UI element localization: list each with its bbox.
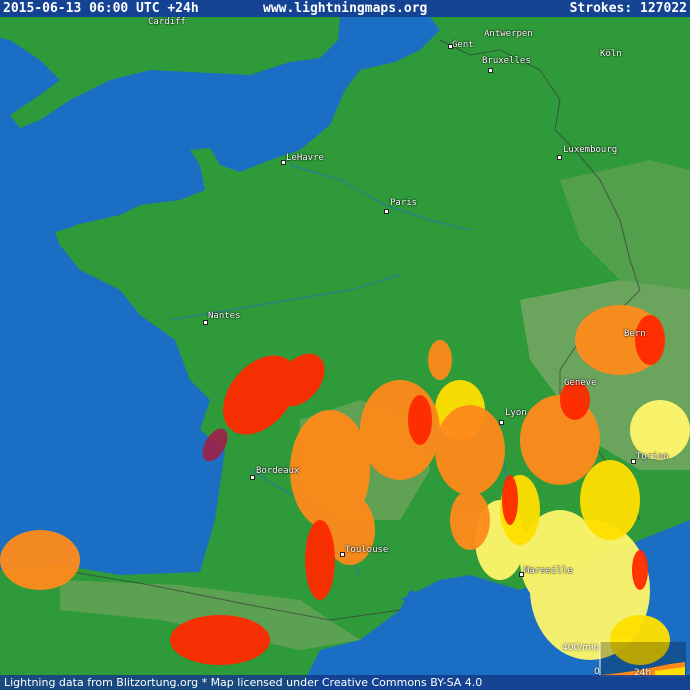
city-label-lyon: Lyon [505,408,527,418]
city-label-koln: Köln [600,49,622,59]
city-label-nantes: Nantes [208,311,241,321]
site-link[interactable]: www.lightningmaps.org [263,0,427,17]
city-marker-bruxelles [488,68,493,73]
city-label-paris: Paris [390,198,418,208]
city-marker-torino [631,459,636,464]
city-marker-toulouse [340,552,345,557]
city-marker-gent [448,44,453,49]
city-label-bern: Bern [624,329,646,339]
city-label-marseille: Marseille [524,566,573,576]
city-label-cardiff: Cardiff [148,17,186,27]
city-label-lehavre: LeHavre [286,153,324,163]
strokes-counter: Strokes: 127022 [569,1,687,16]
rate-legend: 400/min 0 24h [560,640,686,678]
header-bar: 2015-06-13 06:00 UTC +24h www.lightningm… [0,0,690,17]
footer-bar: Lightning data from Blitzortung.org * Ma… [0,675,690,690]
city-label-geneve: Genève [564,378,597,388]
city-label-torino: Torino [636,452,669,462]
city-marker-marseille [519,572,524,577]
city-label-gent: Gent [452,40,474,50]
city-label-toulouse: Toulouse [345,545,389,555]
city-label-bruxelles: Bruxelles [482,56,531,66]
credit-text[interactable]: Lightning data from Blitzortung.org * Ma… [4,675,482,690]
city-label-bordeaux: Bordeaux [256,466,300,476]
city-marker-nantes [203,320,208,325]
city-marker-paris [384,209,389,214]
lightning-map[interactable]: Gent Antwerpen Bruxelles Köln Luxembourg… [0,0,690,690]
timestamp-label: 2015-06-13 06:00 UTC +24h [3,1,199,16]
city-marker-luxembourg [557,155,562,160]
rate-max-label: 400/min [562,643,600,653]
city-label-luxembourg: Luxembourg [563,145,618,155]
city-marker-lehavre [281,160,286,165]
city-marker-bordeaux [250,475,255,480]
city-marker-lyon [499,420,504,425]
city-label-antwerpen: Antwerpen [484,29,533,39]
map-base [0,0,690,690]
